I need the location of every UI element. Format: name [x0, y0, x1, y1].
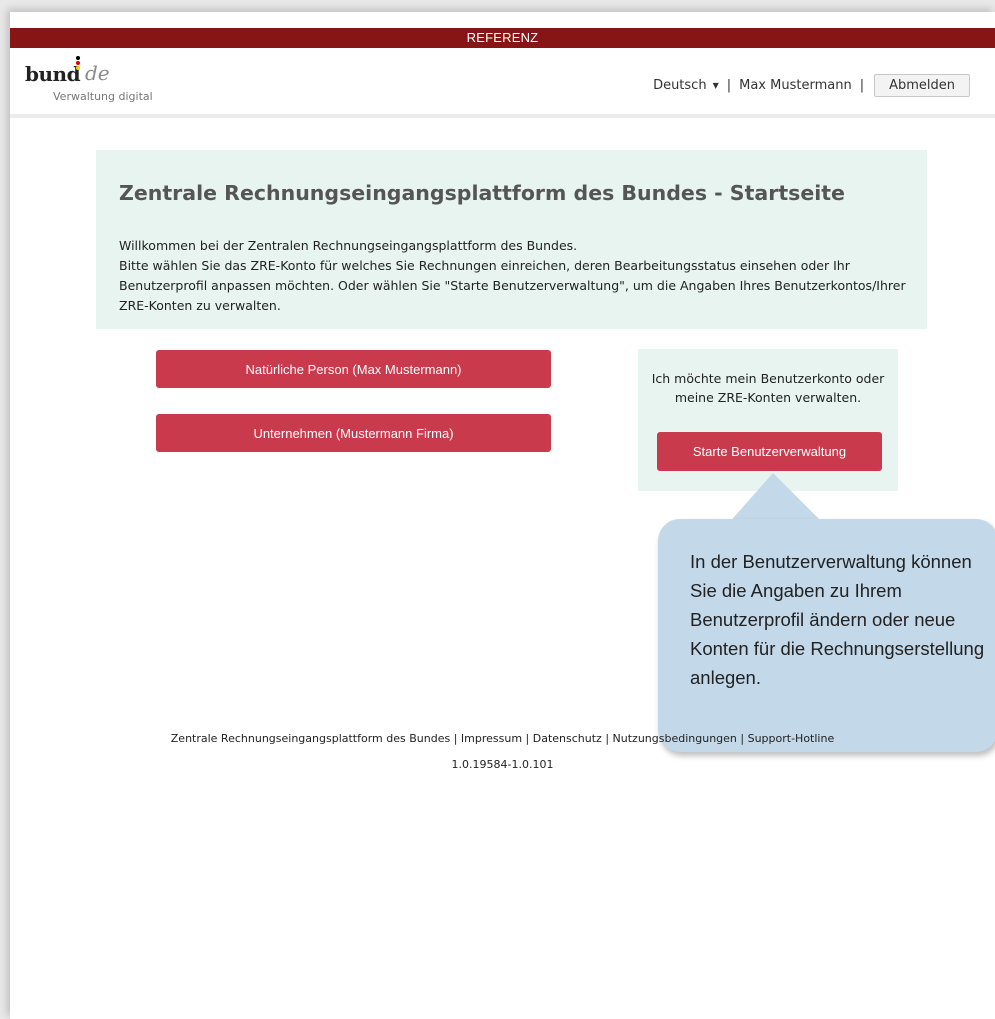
language-label: Deutsch: [653, 78, 707, 93]
user-management-text: Ich möchte mein Benutzerkonto oder meine…: [651, 371, 885, 405]
footer-separator: |: [525, 732, 533, 745]
page-title: Zentrale Rechnungseingangsplattform des …: [119, 181, 845, 205]
footer-link-platform[interactable]: Zentrale Rechnungseingangsplattform des …: [171, 732, 450, 745]
help-callout-text: In der Benutzerverwaltung können Sie die…: [690, 551, 985, 688]
site-header: bund de Verwaltung digital Deutsch ▼ | M…: [10, 48, 995, 118]
browser-page: REFERENZ bund de Verwaltung digital Deut…: [10, 12, 995, 1019]
site-footer: Zentrale Rechnungseingangsplattform des …: [10, 732, 995, 771]
intro-text: Willkommen bei der Zentralen Rechnungsei…: [119, 236, 909, 316]
start-user-management-button[interactable]: Starte Benutzerverwaltung: [657, 432, 882, 471]
separator: |: [859, 78, 865, 93]
footer-separator: |: [740, 732, 748, 745]
footer-separator: |: [453, 732, 461, 745]
user-bar: Deutsch ▼ | Max Mustermann | Abmelden: [653, 74, 970, 97]
caret-down-icon: ▼: [712, 81, 719, 90]
user-name: Max Mustermann: [739, 78, 852, 93]
intro-line-instructions: Bitte wählen Sie das ZRE-Konto für welch…: [119, 258, 906, 313]
logo-subtitle: Verwaltung digital: [53, 90, 153, 103]
footer-link-datenschutz[interactable]: Datenschutz: [533, 732, 602, 745]
footer-link-support-hotline[interactable]: Support-Hotline: [748, 732, 835, 745]
environment-banner: REFERENZ: [10, 28, 995, 48]
intro-panel: Zentrale Rechnungseingangsplattform des …: [96, 150, 927, 329]
footer-separator: |: [605, 732, 613, 745]
language-dropdown[interactable]: Deutsch ▼: [653, 78, 719, 93]
flag-dots-icon: [76, 56, 80, 71]
footer-link-impressum[interactable]: Impressum: [461, 732, 522, 745]
account-company-button[interactable]: Unternehmen (Mustermann Firma): [156, 414, 551, 452]
separator: |: [726, 78, 732, 93]
logo-text-bund: bund: [25, 62, 81, 86]
logout-button[interactable]: Abmelden: [874, 74, 970, 97]
account-natural-person-button[interactable]: Natürliche Person (Max Mustermann): [156, 350, 551, 388]
callout-pointer: [727, 473, 825, 525]
footer-link-nutzungsbedingungen[interactable]: Nutzungsbedingungen: [613, 732, 737, 745]
version-label: 1.0.19584-1.0.101: [451, 758, 554, 771]
footer-links: Zentrale Rechnungseingangsplattform des …: [10, 732, 995, 745]
intro-line-welcome: Willkommen bei der Zentralen Rechnungsei…: [119, 238, 578, 253]
logo-text-de: de: [85, 61, 110, 85]
